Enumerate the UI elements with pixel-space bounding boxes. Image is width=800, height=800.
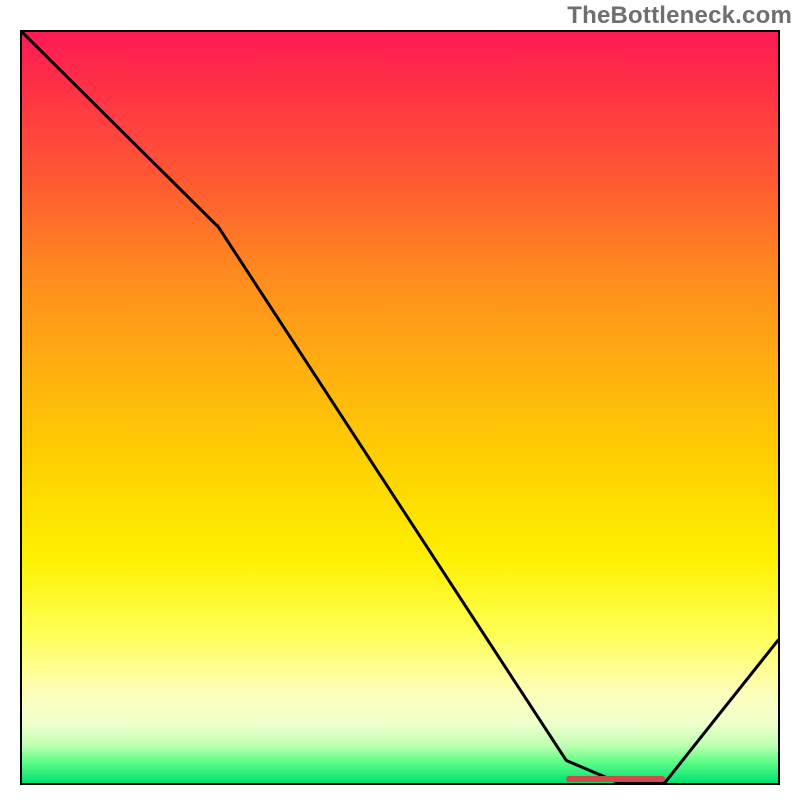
optimum-marker [566,776,664,782]
bottleneck-curve [22,32,778,783]
chart-container: TheBottleneck.com [0,0,800,800]
plot-area [20,30,780,785]
watermark-text: TheBottleneck.com [567,2,792,30]
